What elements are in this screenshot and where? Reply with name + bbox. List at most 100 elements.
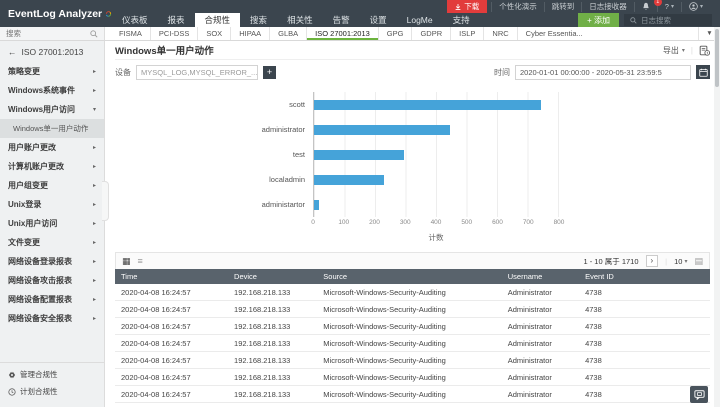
column-header-device[interactable]: Device xyxy=(228,269,318,284)
page-size-dropdown[interactable]: 10 ▾ xyxy=(674,257,687,266)
add-button[interactable]: + 添加 xyxy=(578,13,619,27)
page-scrollbar[interactable] xyxy=(714,27,720,407)
cell-device: 192.168.218.133 xyxy=(228,317,318,335)
x-tick-label: 500 xyxy=(461,219,473,226)
tab-islp[interactable]: ISLP xyxy=(450,27,483,40)
menu-item-search[interactable]: 搜索 xyxy=(240,13,277,27)
tab-gdpr[interactable]: GDPR xyxy=(411,27,450,40)
device-input[interactable]: MYSQL_LOG,MYSQL_ERROR_... xyxy=(136,64,258,80)
schedule-report-icon[interactable] xyxy=(699,45,710,56)
sidebar-subitem-windows-single-user-action[interactable]: Windows单一用户动作 xyxy=(0,119,104,138)
download-button[interactable]: 下载 xyxy=(447,0,488,13)
sidebar-item-computer-account-changes[interactable]: 计算机账户更改 ▸ xyxy=(0,157,104,176)
tab-sox[interactable]: SOX xyxy=(197,27,230,40)
tab-pci-dss[interactable]: PCI-DSS xyxy=(149,27,197,40)
chart-bar[interactable] xyxy=(314,99,542,110)
scrollbar-thumb[interactable] xyxy=(715,29,719,87)
menu-item-reports[interactable]: 报表 xyxy=(158,13,195,27)
sidebar-item-network-device-logon-reports[interactable]: 网络设备登录报表 ▸ xyxy=(0,252,104,271)
tab-fisma[interactable]: FISMA xyxy=(111,27,150,40)
time-range-input[interactable]: 2020-01-01 00:00:00 - 2020-05-31 23:59:5 xyxy=(515,64,691,80)
table-row[interactable]: 2020-04-08 16:24:57192.168.218.133Micros… xyxy=(115,284,710,301)
table-row[interactable]: 2020-04-08 16:24:57192.168.218.133Micros… xyxy=(115,368,710,386)
chart-y-labels: scott administrator test localadmin administ… xyxy=(225,92,313,243)
menu-item-logme[interactable]: LogMe xyxy=(397,13,443,27)
sidebar-collapse-handle[interactable] xyxy=(102,181,109,221)
sidebar-item-unix-user-access[interactable]: Unix用户访问 ▸ xyxy=(0,214,104,233)
grid-view-icon[interactable]: ▦ xyxy=(122,256,131,266)
sidebar-footer: 管理合规性 计划合规性 xyxy=(0,362,104,407)
table-header-row: Time Device Source Username Event ID xyxy=(115,269,710,284)
log-search-box[interactable] xyxy=(624,14,712,26)
table-row[interactable]: 2020-04-08 16:24:57192.168.218.133Micros… xyxy=(115,317,710,335)
menu-item-support[interactable]: 支持 xyxy=(443,13,480,27)
menu-item-correlation[interactable]: 相关性 xyxy=(277,13,323,27)
sidebar-item-file-changes[interactable]: 文件变更 ▸ xyxy=(0,233,104,252)
log-search-input[interactable] xyxy=(641,15,705,25)
chat-button[interactable] xyxy=(690,386,708,403)
manage-compliance-link[interactable]: 管理合规性 xyxy=(8,369,96,380)
column-header-time[interactable]: Time xyxy=(115,269,229,284)
sidebar-item-windows-system-events[interactable]: Windows系统事件 ▸ xyxy=(0,81,104,100)
menu-item-alerts[interactable]: 告警 xyxy=(323,13,360,27)
personal-demo-link[interactable]: 个性化演示 xyxy=(491,1,544,12)
jump-to-link[interactable]: 跳转到 xyxy=(543,1,582,12)
sidebar-item-windows-user-access[interactable]: Windows用户访问 ▾ xyxy=(0,100,104,119)
sidebar-item-label: Windows用户访问 xyxy=(8,105,76,114)
column-header-event-id[interactable]: Event ID xyxy=(579,269,710,284)
tab-gpg[interactable]: GPG xyxy=(377,27,412,40)
sidebar-item-user-account-changes[interactable]: 用户账户更改 ▸ xyxy=(0,138,104,157)
user-menu[interactable]: ▾ xyxy=(680,1,710,12)
column-settings-icon[interactable]: ▤ xyxy=(694,256,703,266)
table-row[interactable]: 2020-04-08 16:24:57192.168.218.133Micros… xyxy=(115,334,710,352)
cell-event-id: 4738 xyxy=(579,334,710,352)
table-row[interactable]: 2020-04-08 16:24:57192.168.218.133Micros… xyxy=(115,385,710,403)
calendar-icon[interactable] xyxy=(696,65,710,79)
list-view-icon[interactable]: ≡ xyxy=(138,256,143,266)
next-page-button[interactable]: › xyxy=(645,255,659,267)
sidebar-search-input[interactable] xyxy=(6,29,86,38)
filter-row: 设备 MYSQL_LOG,MYSQL_ERROR_... + 时间 2020-0… xyxy=(115,60,710,84)
cell-device: 192.168.218.133 xyxy=(228,385,318,403)
add-device-button[interactable]: + xyxy=(263,65,276,79)
column-header-source[interactable]: Source xyxy=(317,269,502,284)
chart-bar[interactable] xyxy=(314,174,384,185)
device-label: 设备 xyxy=(115,67,131,77)
sidebar-item-user-group-changes[interactable]: 用户组变更 ▸ xyxy=(0,176,104,195)
sidebar-item-network-device-config-reports[interactable]: 网络设备配置报表 ▸ xyxy=(0,290,104,309)
tab-cyber-essentia[interactable]: Cyber Essentia... xyxy=(516,27,591,40)
chart-bar[interactable] xyxy=(314,124,450,135)
tab-nrc[interactable]: NRC xyxy=(483,27,516,40)
cell-event-id: 4738 xyxy=(579,368,710,386)
chevron-right-icon: ▸ xyxy=(92,69,96,75)
notification-bell-icon[interactable]: 1 xyxy=(633,0,662,12)
menu-item-compliance[interactable]: 合规性 xyxy=(194,13,241,27)
chart-bar[interactable] xyxy=(314,149,404,160)
tab-hipaa[interactable]: HIPAA xyxy=(230,27,269,40)
sidebar-item-policy-changes[interactable]: 策略变更 ▸ xyxy=(0,62,104,81)
x-tick-label: 100 xyxy=(338,219,350,226)
chevron-down-icon: ▾ xyxy=(681,47,685,54)
menu-item-dashboard[interactable]: 仪表板 xyxy=(112,13,158,27)
table-row[interactable]: 2020-04-08 16:24:57192.168.218.133Micros… xyxy=(115,300,710,318)
tab-iso-27001-2013[interactable]: ISO 27001:2013 xyxy=(306,27,378,40)
menu-item-settings[interactable]: 设置 xyxy=(360,13,397,27)
schedule-compliance-link[interactable]: 计划合规性 xyxy=(8,386,96,397)
chart-bar-row xyxy=(314,192,558,217)
sidebar-item-network-device-attack-reports[interactable]: 网络设备攻击报表 ▸ xyxy=(0,271,104,290)
app-logo[interactable]: EventLog Analyzer xyxy=(0,0,112,27)
chart-bar[interactable] xyxy=(314,199,320,210)
cell-device: 192.168.218.133 xyxy=(228,334,318,352)
sidebar-item-network-device-security-reports[interactable]: 网络设备安全报表 ▸ xyxy=(0,309,104,328)
sidebar-item-label: 计算机账户更改 xyxy=(8,162,64,171)
app-logo-text: EventLog Analyzer xyxy=(8,7,103,20)
sidebar-item-unix-logon[interactable]: Unix登录 ▸ xyxy=(0,195,104,214)
sidebar-search-box[interactable] xyxy=(0,27,105,40)
column-header-username[interactable]: Username xyxy=(501,269,580,284)
table-row[interactable]: 2020-04-08 16:24:57192.168.218.133Micros… xyxy=(115,351,710,369)
log-receiver-link[interactable]: 日志接收器 xyxy=(581,1,634,12)
sidebar-back[interactable]: ← ISO 27001:2013 xyxy=(0,41,104,62)
table-row[interactable]: 2020-04-08 16:24:57192.168.218.133Micros… xyxy=(115,402,710,407)
export-dropdown[interactable]: 导出 ▾ xyxy=(663,45,685,56)
tab-glba[interactable]: GLBA xyxy=(269,27,306,40)
